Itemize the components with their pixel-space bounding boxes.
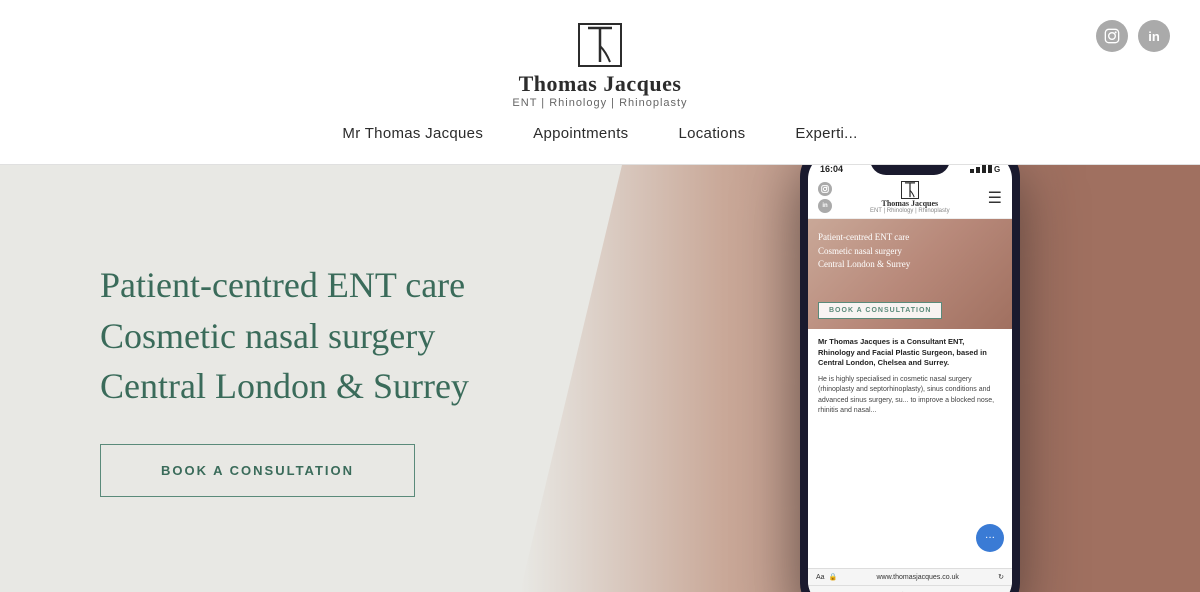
instagram-icon[interactable] [1096,20,1128,52]
phone-signal: G [970,165,1000,175]
nav-expertise[interactable]: Experti... [795,125,857,142]
social-links: in [1096,20,1170,52]
phone-lock-icon: 🔒 [829,573,838,581]
phone-hero-line2: Cosmetic nasal surgery [818,245,910,259]
phone-hero-line3: Central London & Surrey [818,258,910,272]
phone-logo: Thomas Jacques ENT | Rhinology | Rhinopl… [832,181,988,214]
book-consultation-button[interactable]: BOOK A CONSULTATION [100,444,415,497]
phone-mockup: 16:04 G [800,165,1020,592]
phone-chat-bubble[interactable]: ··· [976,524,1004,552]
phone-outer-shell: 16:04 G [800,165,1020,592]
phone-linkedin-icon: in [818,199,832,213]
nav-appointments[interactable]: Appointments [533,125,628,142]
linkedin-label: in [1148,29,1160,44]
phone-social-icons: in [818,182,832,213]
phone-bottom-nav: ‹ › ⬆ 📖 ⧉ [808,585,1012,592]
phone-url[interactable]: www.thomasjacques.co.uk [841,574,994,581]
linkedin-icon[interactable]: in [1138,20,1170,52]
phone-logo-name: Thomas Jacques [881,199,938,208]
phone-site-header: in Thomas Jacques ENT | Rhinology | Rhin… [808,177,1012,219]
hero-line-3: Central London & Surrey [100,361,469,411]
svg-text:G: G [994,165,1000,173]
main-nav: Mr Thomas Jacques Appointments Locations… [342,125,857,142]
phone-hero-image: Patient-centred ENT care Cosmetic nasal … [808,219,1012,329]
phone-logo-subtitle: ENT | Rhinology | Rhinoplasty [870,208,950,214]
phone-book-btn[interactable]: BOOK A CONSULTATION [818,302,942,319]
hero-section: Patient-centred ENT care Cosmetic nasal … [0,165,1200,592]
nav-locations[interactable]: Locations [678,125,745,142]
phone-hamburger-icon[interactable]: ☰ [988,188,1002,208]
phone-instagram-icon [818,182,832,196]
phone-hero-text: Patient-centred ENT care Cosmetic nasal … [818,231,910,272]
phone-time: 16:04 [820,165,843,174]
logo-name: Thomas Jacques [519,71,682,97]
hero-line-1: Patient-centred ENT care [100,260,469,310]
phone-hero-line1: Patient-centred ENT care [818,231,910,245]
site-header: in Thomas Jacques ENT | Rhinology | Rhin… [0,0,1200,165]
site-logo: Thomas Jacques ENT | Rhinology | Rhinopl… [512,23,687,109]
logo-icon [578,23,622,67]
phone-notch [870,165,950,175]
hero-line-2: Cosmetic nasal surgery [100,311,469,361]
phone-desc-normal: He is highly specialised in cosmetic nas… [818,375,1002,417]
hero-content: Patient-centred ENT care Cosmetic nasal … [100,260,469,496]
nav-mr-thomas-jacques[interactable]: Mr Thomas Jacques [342,125,483,142]
phone-screen: 16:04 G [808,165,1012,592]
phone-desc-bold: Mr Thomas Jacques is a Consultant ENT, R… [818,337,1002,369]
phone-address-bar: Aa 🔒 www.thomasjacques.co.uk ↻ [808,568,1012,585]
logo-subtitle: ENT | Rhinology | Rhinoplasty [512,97,687,109]
phone-logo-icon [901,181,919,199]
phone-font-size-indicator: Aa [816,574,825,581]
phone-refresh-icon[interactable]: ↻ [998,573,1004,581]
phone-body-content: Mr Thomas Jacques is a Consultant ENT, R… [808,329,1012,425]
